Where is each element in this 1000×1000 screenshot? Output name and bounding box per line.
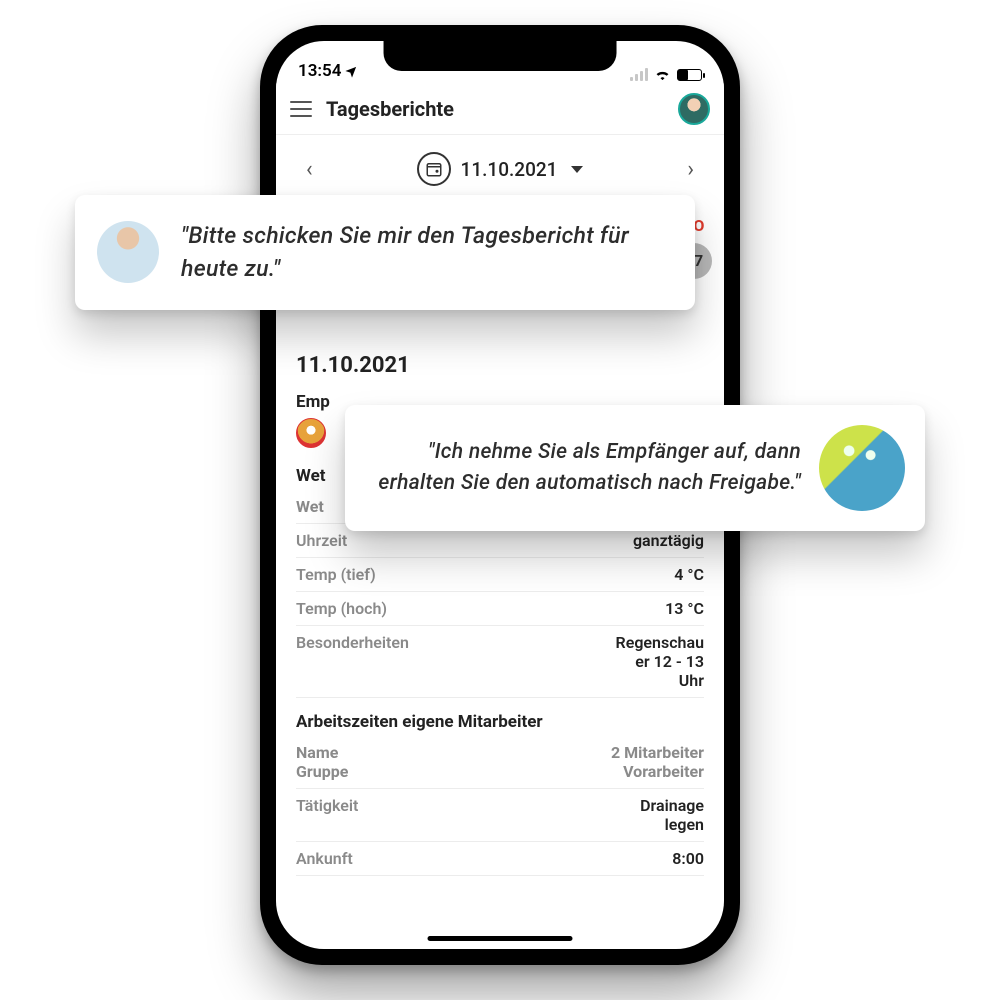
report-body[interactable]: 11.10.2021 Emp Wet Wet Uhrzeit ganztägig…	[276, 203, 724, 949]
calendar-icon	[417, 152, 451, 186]
location-icon	[345, 64, 359, 78]
val-besonderheiten: Regenschau er 12 - 13 Uhr	[616, 633, 704, 690]
val-taetigkeit: Drainage legen	[640, 796, 704, 834]
row-temp-hoch: Temp (hoch) 13 °C	[296, 592, 704, 626]
status-time: 13:54	[298, 61, 359, 81]
quote-text-worker: "Ich nehme Sie als Empfänger auf, dann e…	[369, 437, 801, 500]
battery-icon	[677, 69, 702, 81]
quote-bubble-worker: "Ich nehme Sie als Empfänger auf, dann e…	[345, 405, 925, 531]
chevron-down-icon	[571, 166, 583, 173]
key-taetigkeit: Tätigkeit	[296, 796, 358, 815]
row-ankunft: Ankunft 8:00	[296, 842, 704, 876]
key-temp-hoch: Temp (hoch)	[296, 599, 387, 618]
phone-notch	[384, 41, 617, 71]
val-temp-hoch: 13 °C	[665, 599, 704, 618]
quote-text-client: "Bitte schicken Sie mir den Tagesbericht…	[181, 219, 667, 286]
quote-bubble-client: "Bitte schicken Sie mir den Tagesbericht…	[75, 195, 695, 310]
nav-bar: Tagesberichte	[276, 83, 724, 135]
menu-icon[interactable]	[290, 101, 312, 117]
key-name-gruppe: Name Gruppe	[296, 743, 348, 781]
date-picker-button[interactable]: 11.10.2021	[417, 152, 584, 186]
key-uhrzeit: Uhrzeit	[296, 531, 347, 550]
key-temp-tief: Temp (tief)	[296, 565, 376, 584]
row-name-gruppe: Name Gruppe 2 Mitarbeiter Vorarbeiter	[296, 736, 704, 789]
wifi-icon	[654, 68, 671, 81]
val-name-gruppe: 2 Mitarbeiter Vorarbeiter	[611, 743, 704, 781]
val-uhrzeit: ganztägig	[633, 531, 704, 550]
status-time-text: 13:54	[298, 61, 341, 81]
home-indicator	[428, 936, 573, 941]
key-besonderheiten: Besonderheiten	[296, 633, 409, 652]
signal-icon	[630, 68, 648, 81]
date-picker-value: 11.10.2021	[461, 158, 558, 181]
date-picker-row: ‹ 11.10.2021 ›	[276, 135, 724, 203]
val-temp-tief: 4 °C	[674, 565, 704, 584]
avatar[interactable]	[678, 93, 710, 125]
next-day-button[interactable]: ›	[679, 151, 702, 188]
worker-photo	[819, 425, 905, 511]
client-photo	[97, 221, 159, 283]
page-title: Tagesberichte	[326, 97, 664, 121]
row-temp-tief: Temp (tief) 4 °C	[296, 558, 704, 592]
weather-header-key: Wet	[296, 497, 324, 516]
worktimes-section-title: Arbeitszeiten eigene Mitarbeiter	[296, 712, 704, 732]
recipient-avatar-icon[interactable]	[296, 418, 326, 448]
val-ankunft: 8:00	[672, 849, 704, 868]
row-taetigkeit: Tätigkeit Drainage legen	[296, 789, 704, 842]
stage: 13:54 Tagesberichte ‹	[0, 0, 1000, 1000]
prev-day-button[interactable]: ‹	[298, 151, 321, 188]
status-icons	[630, 68, 702, 81]
key-ankunft: Ankunft	[296, 849, 353, 868]
row-besonderheiten: Besonderheiten Regenschau er 12 - 13 Uhr	[296, 626, 704, 698]
report-date: 11.10.2021	[296, 353, 704, 378]
